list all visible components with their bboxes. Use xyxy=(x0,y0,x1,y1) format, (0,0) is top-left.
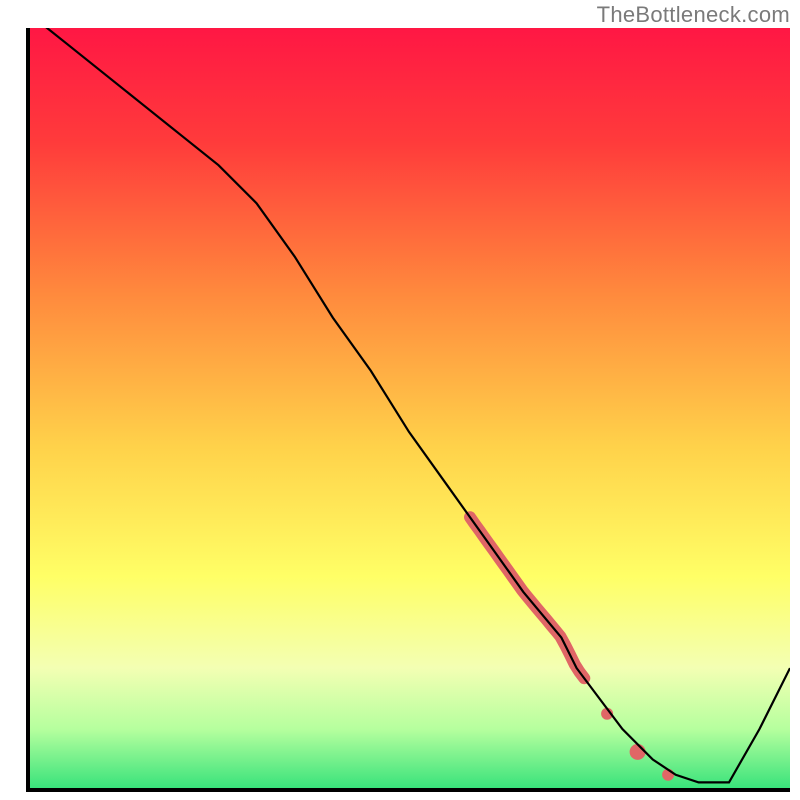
chart-frame: TheBottleneck.com xyxy=(0,0,800,800)
bottleneck-plot xyxy=(0,0,800,800)
gradient-background xyxy=(28,28,790,790)
highlight-point xyxy=(630,744,646,760)
